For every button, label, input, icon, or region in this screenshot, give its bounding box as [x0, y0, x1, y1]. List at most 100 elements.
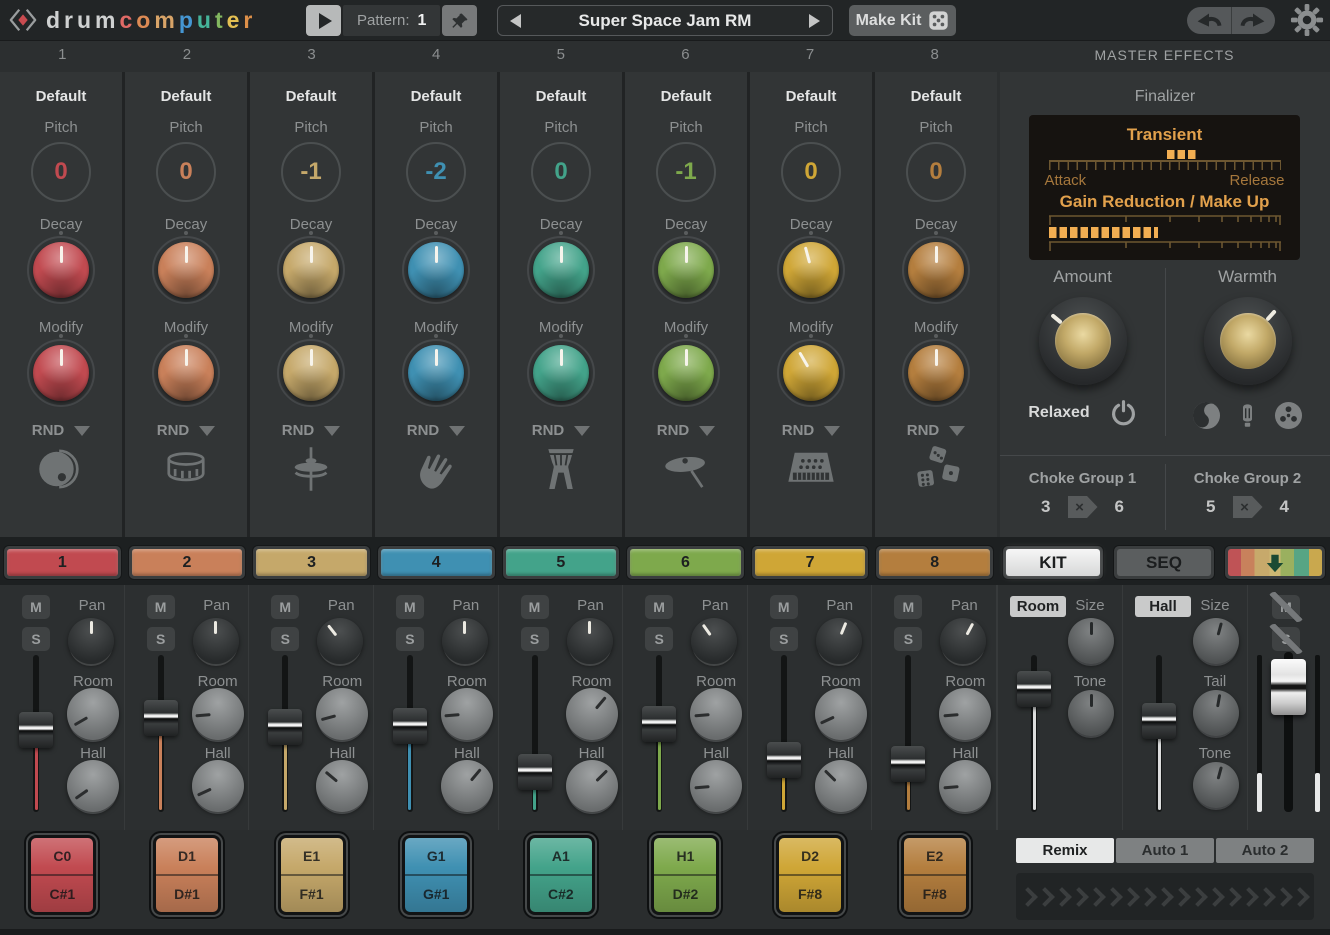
pitch-control[interactable]: 0: [156, 142, 216, 202]
master-fader[interactable]: [1284, 652, 1293, 812]
drum-pad[interactable]: D2 F#8: [779, 838, 841, 912]
fader-handle[interactable]: [767, 742, 801, 778]
preset-selector[interactable]: Super Space Jam RM: [497, 5, 833, 36]
hihat-icon[interactable]: [250, 445, 372, 495]
hall-send-knob[interactable]: [690, 760, 742, 812]
modify-knob[interactable]: [401, 338, 471, 408]
redo-button[interactable]: [1232, 7, 1276, 34]
mute-button[interactable]: M: [396, 595, 424, 619]
compressor-mode[interactable]: Relaxed: [1028, 404, 1089, 422]
fader-handle[interactable]: [393, 708, 427, 744]
volume-fader[interactable]: [282, 655, 288, 812]
rnd-dropdown[interactable]: RND: [750, 422, 872, 439]
channel-select-button[interactable]: 1: [4, 546, 121, 579]
choke-2-channel-a[interactable]: 5: [1206, 497, 1215, 517]
mute-button[interactable]: M: [147, 595, 175, 619]
kit-collapse-button[interactable]: [1225, 546, 1325, 579]
solo-button[interactable]: S: [396, 627, 424, 651]
preset-prev-icon[interactable]: [510, 14, 521, 28]
mute-button[interactable]: M: [521, 595, 549, 619]
hall-send-knob[interactable]: [316, 760, 368, 812]
pattern-display[interactable]: Pattern: 1: [343, 5, 440, 36]
hall-send-knob[interactable]: [67, 760, 119, 812]
channel-select-button[interactable]: 2: [129, 546, 246, 579]
modify-knob[interactable]: [276, 338, 346, 408]
channel-preset-name[interactable]: Default: [375, 72, 497, 105]
volume-fader[interactable]: [656, 655, 662, 812]
fader-handle[interactable]: [891, 746, 925, 782]
rnd-dropdown[interactable]: RND: [375, 422, 497, 439]
channel-preset-name[interactable]: Default: [0, 72, 122, 105]
power-icon[interactable]: [1110, 399, 1137, 426]
remix-button[interactable]: Remix: [1016, 838, 1114, 863]
channel-preset-name[interactable]: Default: [750, 72, 872, 105]
solo-button[interactable]: S: [271, 627, 299, 651]
transient-meter[interactable]: [1049, 150, 1281, 172]
volume-fader[interactable]: [532, 655, 538, 812]
hall-send-knob[interactable]: [566, 760, 618, 812]
pitch-control[interactable]: 0: [31, 142, 91, 202]
fader-handle[interactable]: [1271, 659, 1306, 715]
fader-handle[interactable]: [518, 754, 552, 790]
choke-1-channel-b[interactable]: 6: [1115, 497, 1124, 517]
volume-fader[interactable]: [158, 655, 164, 812]
room-size-knob[interactable]: [1068, 618, 1114, 664]
saturation-mode-icon[interactable]: [1192, 401, 1221, 430]
undo-button[interactable]: [1187, 7, 1232, 34]
mute-button[interactable]: M: [645, 595, 673, 619]
solo-button[interactable]: S: [770, 627, 798, 651]
rnd-dropdown[interactable]: RND: [250, 422, 372, 439]
solo-button[interactable]: S: [894, 627, 922, 651]
choke-1-channel-a[interactable]: 3: [1041, 497, 1050, 517]
volume-fader[interactable]: [407, 655, 413, 812]
mute-button[interactable]: M: [770, 595, 798, 619]
make-kit-button[interactable]: Make Kit: [849, 5, 956, 36]
hall-send-knob[interactable]: [815, 760, 867, 812]
choke-x-icon[interactable]: ×: [1233, 496, 1263, 518]
modify-knob[interactable]: [151, 338, 221, 408]
solo-button[interactable]: S: [22, 627, 50, 651]
room-send-knob[interactable]: [67, 688, 119, 740]
room-reverb-title[interactable]: Room: [1010, 596, 1066, 617]
drum-pad[interactable]: C0 C#1: [31, 838, 93, 912]
decay-knob[interactable]: [276, 235, 346, 305]
rnd-dropdown[interactable]: RND: [125, 422, 247, 439]
hall-reverb-title[interactable]: Hall: [1135, 596, 1191, 617]
fader-handle[interactable]: [642, 706, 676, 742]
modify-knob[interactable]: [901, 338, 971, 408]
room-send-knob[interactable]: [815, 688, 867, 740]
room-tone-knob[interactable]: [1068, 690, 1114, 736]
choke-x-icon[interactable]: ×: [1068, 496, 1098, 518]
master-solo-button[interactable]: S: [1272, 627, 1300, 651]
hall-size-knob[interactable]: [1193, 618, 1239, 664]
decay-knob[interactable]: [401, 235, 471, 305]
auto2-button[interactable]: Auto 2: [1216, 838, 1314, 863]
pan-knob[interactable]: [442, 618, 488, 664]
room-return-fader[interactable]: [1031, 655, 1037, 812]
settings-button[interactable]: [1290, 3, 1324, 37]
pan-knob[interactable]: [816, 618, 862, 664]
channel-preset-name[interactable]: Default: [875, 72, 997, 105]
pitch-control[interactable]: -1: [281, 142, 341, 202]
modify-knob[interactable]: [526, 338, 596, 408]
drum-pad[interactable]: A1 C#2: [530, 838, 592, 912]
pitch-control[interactable]: -1: [656, 142, 716, 202]
pan-knob[interactable]: [317, 618, 363, 664]
choke-2-channel-b[interactable]: 4: [1280, 497, 1289, 517]
kick-drum-icon[interactable]: [0, 445, 122, 495]
pan-knob[interactable]: [940, 618, 986, 664]
pitch-control[interactable]: 0: [781, 142, 841, 202]
volume-fader[interactable]: [781, 655, 787, 812]
modify-knob[interactable]: [776, 338, 846, 408]
pitch-control[interactable]: 0: [531, 142, 591, 202]
modify-knob[interactable]: [26, 338, 96, 408]
auto1-button[interactable]: Auto 1: [1116, 838, 1214, 863]
modify-knob[interactable]: [651, 338, 721, 408]
decay-knob[interactable]: [651, 235, 721, 305]
cymbal-icon[interactable]: [625, 445, 747, 495]
room-send-knob[interactable]: [690, 688, 742, 740]
decay-knob[interactable]: [901, 235, 971, 305]
drum-pad[interactable]: E2 F#8: [904, 838, 966, 912]
mute-button[interactable]: M: [22, 595, 50, 619]
channel-preset-name[interactable]: Default: [125, 72, 247, 105]
